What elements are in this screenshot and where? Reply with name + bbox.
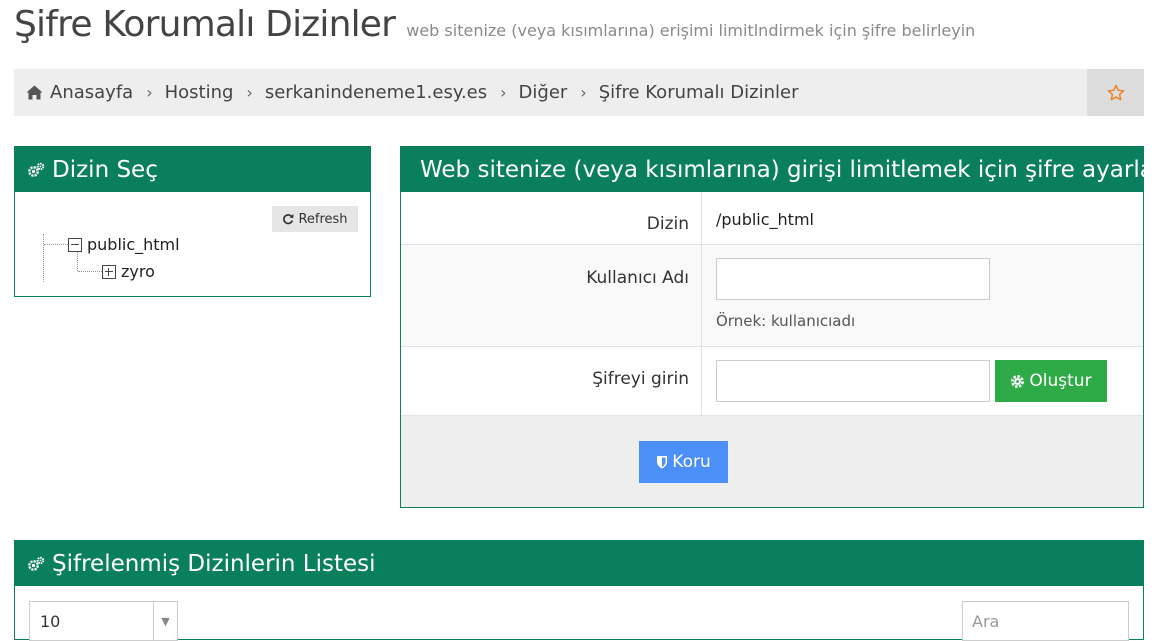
directory-tree: public_html zyro [15,192,370,296]
star-icon [1107,84,1124,100]
tree-node-zyro[interactable]: zyro [102,262,155,281]
protected-directories-panel: Şifrelenmiş Dizinlerin Listesi 10 ▼ [14,540,1144,641]
gears-icon [28,556,45,571]
breadcrumb-label: Anasayfa [50,82,134,103]
breadcrumb-separator: › [500,83,507,102]
page-length-select[interactable]: 10 ▼ [29,601,178,641]
breadcrumb-other[interactable]: Diğer [519,82,568,103]
panel-title: Şifrelenmiş Dizinlerin Listesi [52,550,376,577]
username-help: Örnek: kullanıcıadı [716,312,856,330]
tree-connector [43,234,44,282]
tree-connector [44,244,68,245]
page-length-value: 10 [40,612,61,631]
password-label: Şifreyi girin [401,347,702,415]
protect-label: Koru [672,452,711,472]
form-row-directory: Dizin /public_html [401,192,1143,245]
directory-value-cell: /public_html [702,192,1143,244]
generate-label: Oluştur [1029,371,1092,391]
breadcrumb-separator: › [146,83,153,102]
form-row-password: Şifreyi girin Oluştur [401,347,1143,416]
collapse-icon[interactable] [68,237,82,252]
breadcrumb-separator: › [580,83,587,102]
tree-node-label[interactable]: zyro [121,262,155,281]
page-subtitle: web sitenize (veya kısımlarına) erişimi … [406,21,976,40]
gears-icon [28,162,45,177]
tree-node-label[interactable]: public_html [87,235,180,254]
protect-button[interactable]: Koru [639,441,728,483]
breadcrumb: Anasayfa › Hosting › serkanindeneme1.esy… [14,69,1144,116]
dropdown-arrow-icon[interactable]: ▼ [153,602,177,640]
username-cell: Örnek: kullanıcıadı [702,245,1143,346]
form-footer: Koru [401,416,1143,507]
panel-heading: Dizin Seç [15,147,370,192]
password-form-panel: Web sitenize (veya kısımlarına) girişi l… [400,146,1158,508]
directory-label: Dizin [401,192,702,244]
breadcrumb-current: Şifre Korumalı Dizinler [598,82,799,103]
page-title: Şifre Korumalı Dizinler [14,4,396,45]
directory-value: /public_html [716,210,814,229]
breadcrumb-separator: › [246,83,253,102]
breadcrumb-hosting[interactable]: Hosting [165,82,234,103]
password-cell: Oluştur [702,347,1143,415]
tree-connector [78,271,102,272]
search-input[interactable] [962,601,1129,641]
panel-title: Web sitenize (veya kısımlarına) girişi l… [420,156,1158,183]
breadcrumb-domain[interactable]: serkanindeneme1.esy.es [265,82,487,103]
favorite-button[interactable] [1087,69,1144,116]
expand-icon[interactable] [102,264,116,279]
home-icon [26,85,43,100]
shield-icon [657,456,668,469]
panel-heading: Web sitenize (veya kısımlarına) girişi l… [401,147,1158,192]
tree-node-public-html[interactable]: public_html [68,235,180,254]
panel-title: Dizin Seç [52,156,158,183]
page-header: Şifre Korumalı Dizinler web sitenize (ve… [14,4,975,45]
username-input[interactable] [716,258,990,300]
password-input[interactable] [716,360,990,402]
directory-select-panel: Dizin Seç Refresh public_html zyro [14,146,371,297]
form-row-username: Kullanıcı Adı Örnek: kullanıcıadı [401,245,1143,347]
generate-password-button[interactable]: Oluştur [995,360,1107,402]
gear-icon [1011,374,1025,388]
panel-heading: Şifrelenmiş Dizinlerin Listesi [15,541,1143,586]
breadcrumb-home[interactable]: Anasayfa [26,82,133,103]
username-label: Kullanıcı Adı [401,245,702,346]
tree-connector [77,252,78,271]
